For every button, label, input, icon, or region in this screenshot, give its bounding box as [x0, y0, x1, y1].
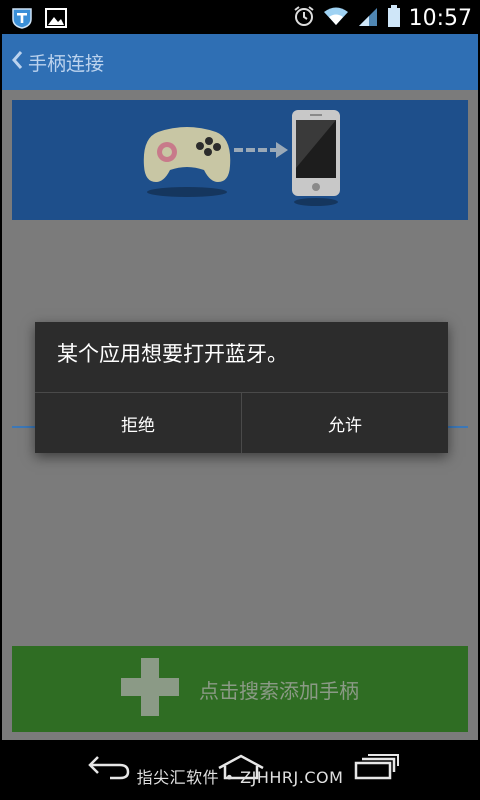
- back-button[interactable]: 手柄连接: [10, 46, 104, 78]
- status-time: 10:57: [408, 5, 472, 31]
- wifi-icon: [323, 5, 349, 31]
- arrow-right-icon: [234, 140, 290, 164]
- t-app-icon: [10, 6, 34, 34]
- dialog-message: 某个应用想要打开蓝牙。: [57, 342, 288, 366]
- status-left: [10, 6, 68, 34]
- deny-button[interactable]: 拒绝: [35, 393, 241, 453]
- battery-icon: [387, 4, 401, 32]
- signal-icon: [357, 5, 379, 31]
- connection-banner: [12, 100, 468, 220]
- screen: 10:57 手柄连接 点击搜索添加手柄 某个应用想要打开蓝牙。 拒绝 允许 指尖…: [0, 0, 480, 800]
- bluetooth-permission-dialog: 某个应用想要打开蓝牙。 拒绝 允许: [35, 322, 448, 453]
- page-title: 手柄连接: [28, 52, 105, 75]
- image-icon: [44, 6, 68, 34]
- search-add-gamepad-label: 点击搜索添加手柄: [199, 678, 359, 703]
- search-add-gamepad-button[interactable]: 点击搜索添加手柄: [12, 646, 468, 732]
- alarm-icon: [293, 5, 315, 31]
- navigation-bar: 指尖汇软件 • ZJHHRJ.COM: [2, 740, 478, 798]
- app-bar: 手柄连接: [2, 34, 478, 90]
- allow-button[interactable]: 允许: [242, 393, 448, 453]
- back-chevron-icon: [10, 49, 24, 76]
- status-bar: 10:57: [2, 2, 478, 34]
- watermark: 指尖汇软件 • ZJHHRJ.COM: [136, 768, 344, 787]
- gamepad-icon: [140, 120, 234, 202]
- plus-icon: [121, 658, 179, 720]
- phone-icon: [290, 108, 342, 212]
- status-right: 10:57: [293, 4, 472, 32]
